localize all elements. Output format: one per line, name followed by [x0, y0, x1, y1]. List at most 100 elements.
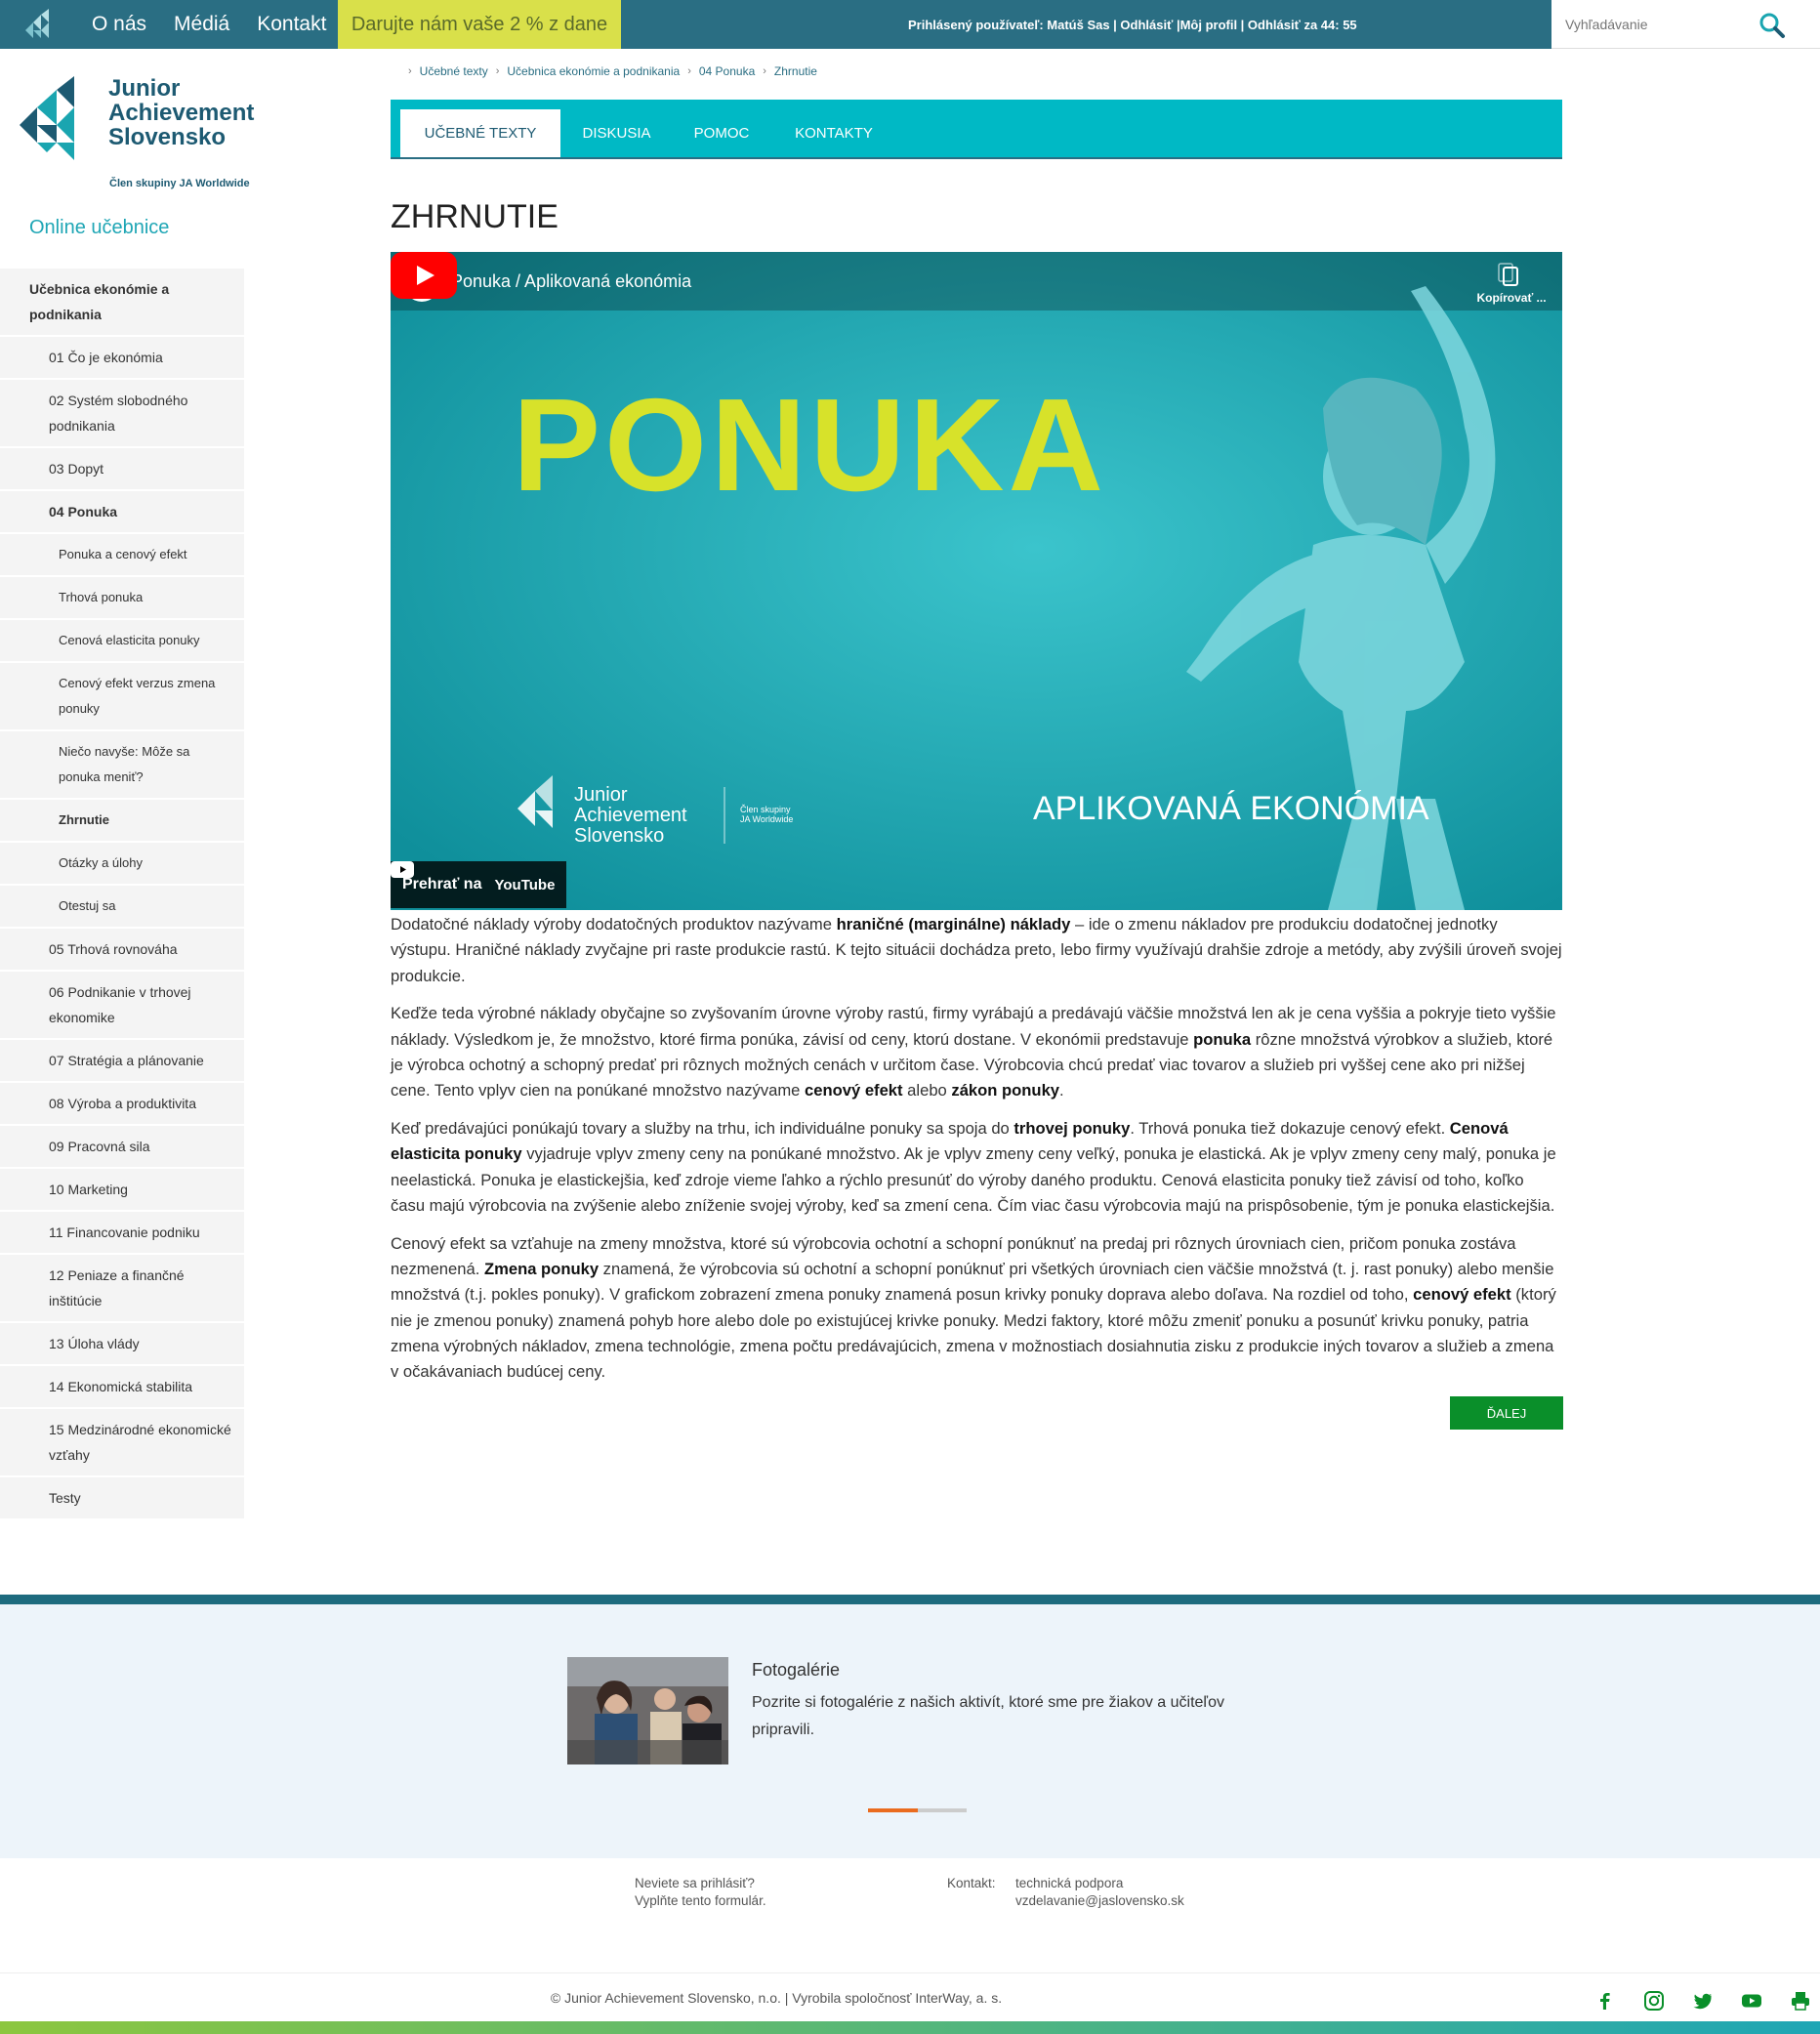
- sidebar-subitem[interactable]: Otázky a úlohy: [0, 843, 244, 886]
- brand-name: Junior Achievement Slovensko: [108, 76, 254, 149]
- video-title[interactable]: Ponuka / Aplikovaná ekonómia: [451, 271, 691, 292]
- sidebar-subitem[interactable]: Ponuka a cenový efekt: [0, 534, 244, 577]
- copyright: © Junior Achievement Slovensko, n.o. | V…: [550, 1990, 1003, 2006]
- bold-term: cenový efekt: [1413, 1285, 1511, 1305]
- user-info[interactable]: Prihlásený používateľ: Matúš Sas | Odhlá…: [908, 0, 1357, 49]
- breadcrumb-item[interactable]: Učebnica ekonómie a podnikania: [507, 64, 680, 78]
- gallery-thumbnail[interactable]: [567, 1657, 728, 1764]
- sidebar-heading[interactable]: Online učebnice: [29, 217, 169, 239]
- sidebar-subitem[interactable]: Trhová ponuka: [0, 577, 244, 620]
- youtube-icon[interactable]: [1741, 1990, 1762, 2012]
- sidebar-item[interactable]: 02 Systém slobodného podnikania: [0, 380, 244, 448]
- sidebar-item[interactable]: 12 Peniaze a finančné inštitúcie: [0, 1255, 244, 1323]
- youtube-logo-text: YouTube: [494, 876, 556, 893]
- nav-link-kontakt[interactable]: Kontakt: [243, 13, 340, 36]
- twitter-icon[interactable]: [1692, 1990, 1714, 2012]
- contact-info: technická podpora vzdelavanie@jaslovensk…: [1015, 1875, 1184, 1910]
- tab-pomoc[interactable]: POMOC: [673, 109, 770, 157]
- video-player[interactable]: Ponuka / Aplikovaná ekonómia Kopírovať .…: [391, 252, 1562, 910]
- video-brand-sub-line: JA Worldwide: [740, 814, 794, 824]
- search-icon[interactable]: [1758, 12, 1786, 39]
- sidebar-subitem[interactable]: Cenová elasticita ponuky: [0, 620, 244, 663]
- brand-line-2: Achievement: [108, 100, 255, 126]
- sidebar-item[interactable]: Testy: [0, 1477, 244, 1520]
- sidebar-nav: Učebnica ekonómie a podnikania 01 Čo je e…: [0, 269, 244, 1520]
- sidebar-item[interactable]: 06 Podnikanie v trhovej ekonomike: [0, 972, 244, 1040]
- watch-on-youtube-button[interactable]: Prehrať na YouTube: [391, 861, 566, 908]
- ja-logo-icon[interactable]: [20, 5, 55, 44]
- print-icon[interactable]: [1790, 1990, 1811, 2012]
- ja-logo-mark-icon: [20, 76, 74, 160]
- text-run: Dodatočné náklady výroby dodatočných pro…: [391, 915, 837, 934]
- carousel-progress-fill: [868, 1808, 918, 1812]
- bold-term: cenový efekt: [805, 1081, 903, 1100]
- tab-bar: UČEBNÉ TEXTY DISKUSIA POMOC KONTAKTY: [391, 100, 1562, 159]
- sidebar-item[interactable]: 08 Výroba a produktivita: [0, 1083, 244, 1126]
- login-help[interactable]: Neviete sa prihlásiť? Vyplňte tento form…: [635, 1875, 766, 1910]
- chevron-right-icon: ›: [763, 65, 766, 77]
- facebook-icon[interactable]: [1594, 1990, 1616, 2012]
- sidebar-item[interactable]: 09 Pracovná sila: [0, 1126, 244, 1169]
- sidebar-item[interactable]: Učebnica ekonómie a podnikania: [0, 269, 244, 337]
- breadcrumb-item[interactable]: 04 Ponuka: [699, 64, 755, 78]
- sidebar: Junior Achievement Slovensko Člen skupin…: [0, 49, 254, 1577]
- video-brand-line: Slovensko: [574, 825, 665, 847]
- video-brand-line: Achievement: [574, 805, 687, 826]
- tab-ucebne-texty[interactable]: UČEBNÉ TEXTY: [400, 109, 560, 157]
- breadcrumb-item-current: Zhrnutie: [773, 64, 817, 78]
- contact-line: technická podpora: [1015, 1876, 1124, 1890]
- instagram-icon[interactable]: [1643, 1990, 1665, 2012]
- bold-term: zákon ponuky: [951, 1081, 1060, 1100]
- article-paragraph: Keď predávajúci ponúkajú tovary a služby…: [391, 1116, 1562, 1219]
- search-box: [1551, 0, 1820, 49]
- contact-email-link[interactable]: vzdelavanie@jaslovensko.sk: [1015, 1892, 1184, 1910]
- sidebar-item[interactable]: 10 Marketing: [0, 1169, 244, 1212]
- sidebar-subitem[interactable]: Cenový efekt verzus zmena ponuky: [0, 663, 244, 731]
- sidebar-item[interactable]: 07 Stratégia a plánovanie: [0, 1040, 244, 1083]
- brand-line-3: Slovensko: [108, 124, 227, 150]
- brand-line-1: Junior: [108, 75, 181, 102]
- sidebar-item[interactable]: 15 Medzinárodné ekonomické vzťahy: [0, 1409, 244, 1477]
- copy-link-button[interactable]: Kopírovať ...: [1463, 291, 1560, 305]
- tab-kontakty[interactable]: KONTAKTY: [770, 109, 897, 157]
- sidebar-subitem[interactable]: Niečo navyše: Môže sa ponuka meniť?: [0, 731, 244, 800]
- watch-on-label: Prehrať na: [402, 876, 482, 892]
- search-input[interactable]: [1565, 15, 1760, 34]
- article-paragraph: Dodatočné náklady výroby dodatočných pro…: [391, 912, 1562, 989]
- chevron-right-icon: ›: [687, 65, 691, 77]
- sidebar-item[interactable]: 14 Ekonomická stabilita: [0, 1366, 244, 1409]
- breadcrumb-item[interactable]: Učebné texty: [420, 64, 488, 78]
- text-run: alebo: [902, 1081, 952, 1100]
- contact-label: Kontakt:: [947, 1876, 996, 1890]
- sidebar-subitem[interactable]: Otestuj sa: [0, 886, 244, 929]
- sidebar-item[interactable]: 05 Trhová rovnováha: [0, 929, 244, 972]
- login-help-link[interactable]: Vyplňte tento formulár.: [635, 1892, 766, 1910]
- text-run: .: [1059, 1081, 1064, 1100]
- play-button-icon[interactable]: [391, 252, 457, 299]
- sidebar-item[interactable]: 03 Dopyt: [0, 448, 244, 491]
- footer-divider: [0, 1972, 1820, 1973]
- text-run: . Trhová ponuka tiež dokazuje cenový efe…: [1130, 1119, 1450, 1139]
- carousel-progress[interactable]: [868, 1808, 967, 1812]
- sidebar-item[interactable]: 11 Financovanie podniku: [0, 1212, 244, 1255]
- bottom-gradient-bar: [0, 2021, 1820, 2034]
- article-paragraph: Cenový efekt sa vzťahuje na zmeny množst…: [391, 1231, 1562, 1386]
- sidebar-item[interactable]: 01 Čo je ekonómia: [0, 337, 244, 380]
- article-paragraph: Keďže teda výrobné náklady obyčajne so z…: [391, 1001, 1562, 1103]
- sidebar-item[interactable]: 04 Ponuka: [0, 491, 244, 534]
- bold-term: Zmena ponuky: [483, 1260, 600, 1279]
- chevron-right-icon: ›: [495, 65, 500, 77]
- nav-link-media[interactable]: Médiá: [160, 13, 243, 36]
- text-run: vyjadruje vplyv zmeny ceny na ponúkané m…: [391, 1144, 1556, 1215]
- gallery-title[interactable]: Fotogalérie: [752, 1660, 840, 1681]
- gallery-text: Pozrite si fotogalérie z našich aktivít,…: [752, 1694, 1224, 1738]
- top-bar: O nás Médiá Kontakt Darujte nám vaše 2 %…: [0, 0, 1820, 49]
- nav-link-o-nas[interactable]: O nás: [78, 13, 160, 36]
- sidebar-subitem[interactable]: Zhrnutie: [0, 800, 244, 843]
- video-brand-line: Junior: [574, 784, 628, 806]
- donate-button[interactable]: Darujte nám vaše 2 % z dane: [338, 0, 621, 49]
- brand-logo[interactable]: Junior Achievement Slovensko Člen skupin…: [20, 76, 293, 193]
- tab-diskusia[interactable]: DISKUSIA: [560, 109, 673, 157]
- next-button[interactable]: ĎALEJ: [1450, 1396, 1563, 1430]
- sidebar-item[interactable]: 13 Úloha vlády: [0, 1323, 244, 1366]
